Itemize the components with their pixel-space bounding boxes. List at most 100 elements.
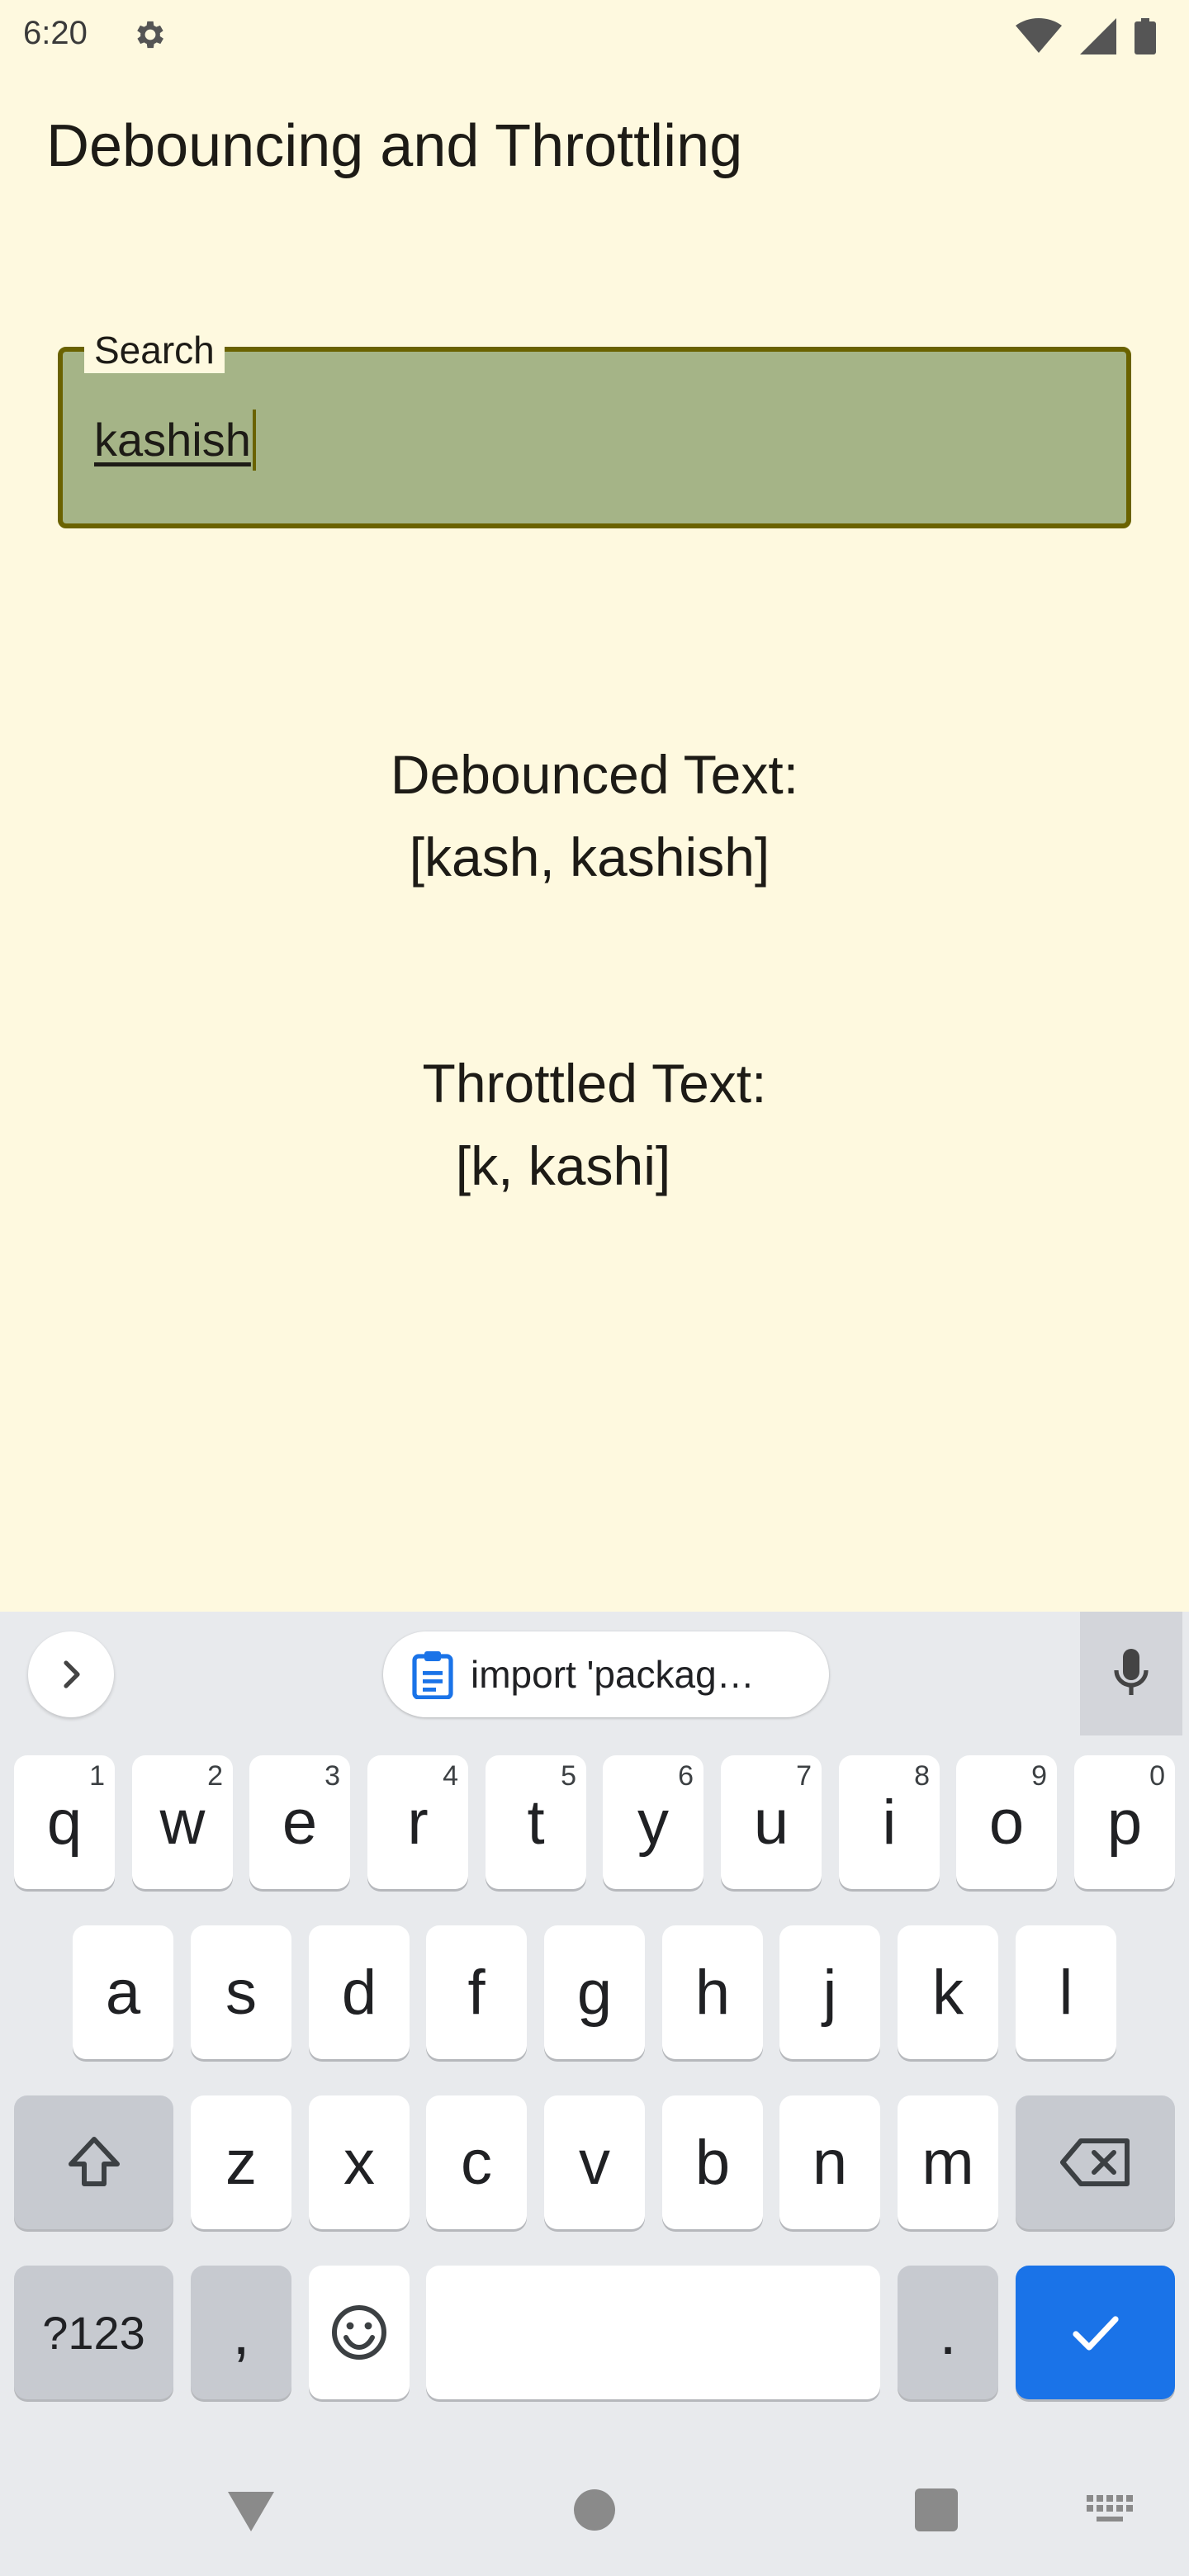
- keyboard-switch-icon[interactable]: [1087, 2495, 1133, 2525]
- space-key[interactable]: [426, 2266, 880, 2399]
- key-label: .: [939, 2297, 957, 2368]
- status-bar: 6:20: [0, 0, 1189, 69]
- search-value-text: kashish: [94, 414, 251, 466]
- key-h[interactable]: h: [662, 1925, 763, 2059]
- key-a[interactable]: a: [73, 1925, 173, 2059]
- key-u[interactable]: u7: [721, 1755, 822, 1889]
- cellular-signal-icon: [1080, 18, 1116, 54]
- period-key[interactable]: .: [898, 2266, 998, 2399]
- soft-keyboard: import 'packag… q1 w2 e3 r4 t5 y6 u7 i8 …: [0, 1612, 1189, 2576]
- key-m[interactable]: m: [898, 2095, 998, 2229]
- symbols-key[interactable]: ?123: [14, 2266, 173, 2399]
- key-o[interactable]: o9: [956, 1755, 1057, 1889]
- key-hint: 6: [678, 1760, 694, 1792]
- key-e[interactable]: e3: [249, 1755, 350, 1889]
- settings-gear-icon: [137, 21, 163, 49]
- key-label: p: [1106, 1787, 1143, 1858]
- key-hint: 9: [1031, 1760, 1047, 1792]
- comma-key[interactable]: ,: [191, 2266, 291, 2399]
- key-label: s: [225, 1957, 257, 2028]
- throttled-label: Throttled Text:: [422, 1053, 767, 1114]
- key-label: d: [341, 1957, 377, 2028]
- home-circle-icon[interactable]: [573, 2488, 616, 2531]
- key-label: k: [932, 1957, 964, 2028]
- debounced-section: Debounced Text: [kash, kashish]: [0, 733, 1189, 898]
- key-j[interactable]: j: [779, 1925, 880, 2059]
- navigation-bar: [0, 2444, 1189, 2576]
- voice-input-button[interactable]: [1080, 1612, 1182, 1735]
- key-label: b: [694, 2127, 731, 2198]
- key-label: i: [882, 1787, 897, 1858]
- key-label: c: [461, 2127, 492, 2198]
- throttled-section: Throttled Text: [k, kashi]: [0, 1042, 1189, 1207]
- key-label: w: [159, 1787, 206, 1858]
- text-cursor: [252, 410, 256, 471]
- key-z[interactable]: z: [191, 2095, 291, 2229]
- done-key[interactable]: [1016, 2266, 1175, 2399]
- expand-toolbar-button[interactable]: [28, 1631, 114, 1717]
- key-hint: 2: [207, 1760, 223, 1792]
- key-q[interactable]: q1: [14, 1755, 115, 1889]
- key-v[interactable]: v: [544, 2095, 645, 2229]
- key-s[interactable]: s: [191, 1925, 291, 2059]
- back-triangle-icon[interactable]: [225, 2488, 277, 2535]
- key-label: o: [988, 1787, 1025, 1858]
- wifi-icon: [1016, 18, 1062, 53]
- search-input-value[interactable]: kashish: [94, 410, 256, 471]
- key-l[interactable]: l: [1016, 1925, 1116, 2059]
- key-hint: 0: [1149, 1760, 1165, 1792]
- recents-square-icon[interactable]: [915, 2488, 958, 2531]
- key-label: l: [1059, 1957, 1073, 2028]
- key-label: x: [343, 2127, 375, 2198]
- key-label: y: [637, 1787, 669, 1858]
- key-hint: 1: [89, 1760, 105, 1792]
- key-p[interactable]: p0: [1074, 1755, 1175, 1889]
- battery-icon: [1135, 18, 1156, 54]
- key-g[interactable]: g: [544, 1925, 645, 2059]
- key-d[interactable]: d: [309, 1925, 410, 2059]
- debounced-label: Debounced Text:: [390, 744, 799, 805]
- key-label: j: [822, 1957, 837, 2028]
- page-title: Debouncing and Throttling: [46, 113, 743, 179]
- emoji-key[interactable]: [309, 2266, 410, 2399]
- clipboard-icon: [412, 1651, 453, 1699]
- key-label: z: [225, 2127, 257, 2198]
- keyboard-toolbar: import 'packag…: [0, 1612, 1189, 1735]
- key-label: n: [812, 2127, 848, 2198]
- throttled-value: [k, kashi]: [455, 1135, 671, 1196]
- key-label: ,: [232, 2297, 250, 2368]
- key-label: m: [921, 2127, 974, 2198]
- key-label: f: [467, 1957, 486, 2028]
- key-k[interactable]: k: [898, 1925, 998, 2059]
- key-hint: 4: [443, 1760, 458, 1792]
- key-n[interactable]: n: [779, 2095, 880, 2229]
- key-r[interactable]: r4: [367, 1755, 468, 1889]
- key-x[interactable]: x: [309, 2095, 410, 2229]
- shift-arrow-icon: [68, 2137, 120, 2186]
- backspace-key[interactable]: [1016, 2095, 1175, 2229]
- chevron-right-icon: [64, 1660, 80, 1688]
- key-label: a: [105, 1957, 141, 2028]
- key-y[interactable]: y6: [603, 1755, 703, 1889]
- key-hint: 5: [561, 1760, 576, 1792]
- checkmark-icon: [1072, 2316, 1119, 2351]
- key-hint: 3: [324, 1760, 340, 1792]
- key-t[interactable]: t5: [486, 1755, 586, 1889]
- key-label: h: [694, 1957, 731, 2028]
- clipboard-suggestion-chip[interactable]: import 'packag…: [383, 1631, 829, 1717]
- backspace-icon: [1059, 2138, 1130, 2186]
- key-w[interactable]: w2: [132, 1755, 233, 1889]
- key-label: g: [576, 1957, 613, 2028]
- search-label: Search: [84, 327, 225, 373]
- microphone-icon: [1114, 1649, 1149, 1695]
- shift-key[interactable]: [14, 2095, 173, 2229]
- key-label: e: [282, 1787, 318, 1858]
- key-b[interactable]: b: [662, 2095, 763, 2229]
- key-hint: 8: [914, 1760, 930, 1792]
- key-i[interactable]: i8: [839, 1755, 940, 1889]
- key-label: t: [527, 1787, 545, 1858]
- key-label: q: [46, 1787, 83, 1858]
- key-f[interactable]: f: [426, 1925, 527, 2059]
- key-c[interactable]: c: [426, 2095, 527, 2229]
- clipboard-suggestion-text: import 'packag…: [471, 1653, 755, 1696]
